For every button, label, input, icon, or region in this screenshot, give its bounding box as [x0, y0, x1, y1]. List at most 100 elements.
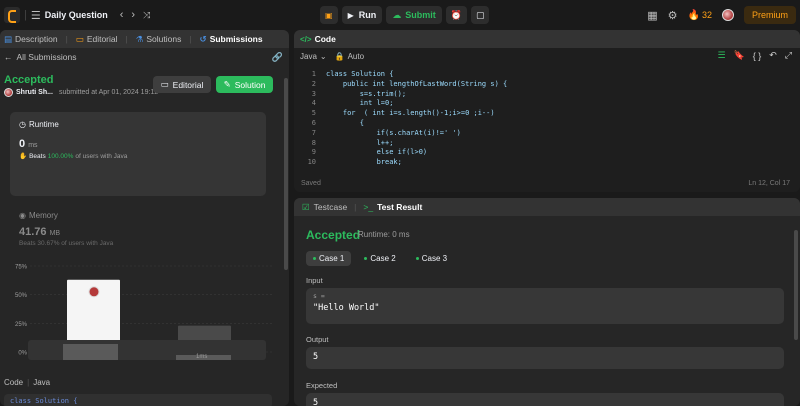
left-scrollbar[interactable] [284, 78, 288, 270]
tab-separator: | [189, 34, 192, 44]
debug-button[interactable]: ▣ [320, 6, 338, 24]
all-submissions-link[interactable]: ← All Submissions [4, 52, 77, 62]
output-label: Output [306, 335, 329, 344]
expected-box: 5 [306, 393, 784, 406]
editor-toolbar: Java ⌄ 🔒 Auto ☰ 🔖 { } ↶ ⤢ [294, 48, 800, 64]
check-icon: ☰ [717, 50, 726, 60]
code-line: 1 class Solution { [311, 70, 394, 78]
run-button[interactable]: ▶ Run [341, 6, 383, 24]
runtime-title: ◷ Runtime [19, 120, 59, 129]
chevron-left-icon[interactable]: ‹ [120, 9, 124, 21]
expand-icon[interactable]: ⤢ [785, 50, 792, 61]
case-tabs: Case 1 Case 2 Case 3 [306, 251, 454, 266]
submit-button[interactable]: ☁ Submit [386, 6, 442, 24]
chart-minimap[interactable]: 1ms [28, 340, 266, 360]
tab-submissions[interactable]: ↺ Submissions [200, 34, 263, 45]
y-tick-label: 0% [18, 351, 27, 357]
gear-icon[interactable]: ⚙ [668, 9, 678, 22]
problem-list-title[interactable]: Daily Question [45, 10, 108, 20]
chevron-right-icon[interactable]: › [131, 9, 135, 21]
code-line: 7 if(s.charAt(i)!=' ') [311, 128, 461, 137]
code-line: 5 for ( int i=s.length()-1;i>=0 ;i--) [311, 109, 495, 118]
minimap-bar [63, 344, 118, 360]
case-tab-3[interactable]: Case 3 [409, 251, 454, 266]
streak-count: 32 [701, 10, 712, 20]
lock-icon: 🔒 [334, 51, 345, 61]
solution-button[interactable]: ✎ Solution [216, 76, 273, 93]
runtime-card[interactable]: ◷ Runtime 0 ms ✋ Beats 100.00% of users … [10, 112, 266, 196]
nav-right: ▦ ⚙ 🔥 32 Premium [647, 5, 796, 25]
code-line: 3 s=s.trim(); [311, 89, 407, 98]
tab-test-result[interactable]: Test Result [377, 202, 422, 212]
saved-status: Saved [301, 180, 321, 187]
tab-testcase[interactable]: Testcase [314, 202, 348, 212]
top-navigation: | ☰ Daily Question ‹ › ⤨ ▣ ▶ Run ☁ Submi… [0, 0, 800, 30]
test-tabs: ☑ Testcase | >_ Test Result [294, 198, 800, 216]
code-lines[interactable]: 1 class Solution { 2 public int lengthOfL… [294, 70, 794, 168]
code-line: 10 break; [307, 158, 402, 167]
nav-left: | ☰ Daily Question ‹ › ⤨ [4, 5, 150, 25]
book-icon: ▭ [160, 79, 169, 89]
user-avatar[interactable] [721, 9, 734, 21]
editorial-button[interactable]: ▭ Editorial [153, 76, 211, 93]
output-value: 5 [313, 352, 319, 362]
code-title: Code [314, 34, 336, 44]
code-line: 4 int l=0; [311, 99, 394, 108]
tab-separator: | [125, 34, 128, 44]
expected-value: 5 [313, 398, 319, 406]
leetcode-logo[interactable] [4, 7, 20, 23]
arrow-left-icon: ← [4, 52, 13, 62]
tab-separator: | [65, 34, 68, 44]
user-name[interactable]: Shruti Sh... [16, 89, 53, 96]
bookmark-icon[interactable]: 🔖 [734, 50, 745, 61]
case-tab-2[interactable]: Case 2 [357, 251, 402, 266]
minimap-label: 1ms [196, 354, 208, 360]
fire-icon: 🔥 [687, 9, 700, 21]
memory-card[interactable]: ◉ Memory [19, 211, 58, 220]
streak-counter[interactable]: 🔥 32 [688, 10, 712, 21]
submit-label: Submit [405, 10, 436, 20]
premium-button[interactable]: Premium [743, 6, 796, 24]
test-runtime: Runtime: 0 ms [358, 230, 410, 239]
shuffle-icon[interactable]: ⤨ [143, 10, 150, 21]
input-var: s = [313, 292, 325, 300]
auto-format[interactable]: 🔒 Auto [335, 52, 364, 61]
list-icon[interactable]: ☰ [31, 9, 41, 22]
expected-label: Expected [306, 381, 338, 390]
flask-icon: ⚗ [135, 33, 144, 44]
hand-icon: ✋ [19, 153, 28, 160]
tab-solutions[interactable]: ⚗ Solutions [136, 34, 182, 45]
timer-button[interactable]: ⏰ [445, 6, 467, 24]
left-tabs: ▤ Description | ▭ Editorial | ⚗ Solution… [0, 30, 289, 48]
runtime-beats: ✋ Beats 100.00% of users with Java [19, 152, 128, 161]
code-snippet: class Solution { [4, 394, 272, 406]
input-label: Input [306, 276, 323, 285]
submission-meta: Shruti Sh... submitted at Apr 01, 2024 1… [4, 88, 158, 97]
chip-icon: ◉ [19, 211, 26, 220]
case-tab-1[interactable]: Case 1 [306, 251, 352, 266]
history-icon: ↺ [199, 33, 207, 44]
terminal-icon: >_ [363, 202, 374, 212]
right-scrollbar[interactable] [794, 230, 798, 340]
tab-editorial[interactable]: ▭ Editorial [76, 34, 118, 45]
bug-icon: ▣ [325, 10, 333, 20]
notes-button[interactable]: ▢ [470, 6, 490, 24]
note-icon: ▢ [475, 9, 485, 20]
code-line: 2 public int lengthOfLastWord(String s) … [311, 79, 508, 88]
code-line: 8 l++; [311, 138, 394, 147]
code-editor-panel: </> Code Java ⌄ 🔒 Auto ☰ 🔖 { } ↶ ⤢ 1 clas… [294, 30, 800, 192]
output-box: 5 [306, 347, 784, 369]
memory-beats: Beats 30.67% of users with Java [19, 240, 114, 247]
run-label: Run [358, 10, 377, 20]
layout-grid-icon[interactable]: ▦ [647, 9, 657, 22]
cloud-upload-icon: ☁ [392, 9, 402, 20]
code-header: </> Code [294, 30, 800, 48]
braces-icon[interactable]: { } [753, 50, 762, 61]
link-icon[interactable]: 🔗 [272, 52, 283, 63]
submission-status: Accepted [4, 74, 54, 86]
language-select[interactable]: Java ⌄ [300, 52, 327, 61]
tab-description[interactable]: ▤ Description [4, 34, 58, 45]
test-result-panel: ☑ Testcase | >_ Test Result Accepted Run… [294, 198, 800, 406]
undo-icon[interactable]: ↶ [769, 50, 777, 61]
book-icon: ▭ [75, 33, 84, 44]
